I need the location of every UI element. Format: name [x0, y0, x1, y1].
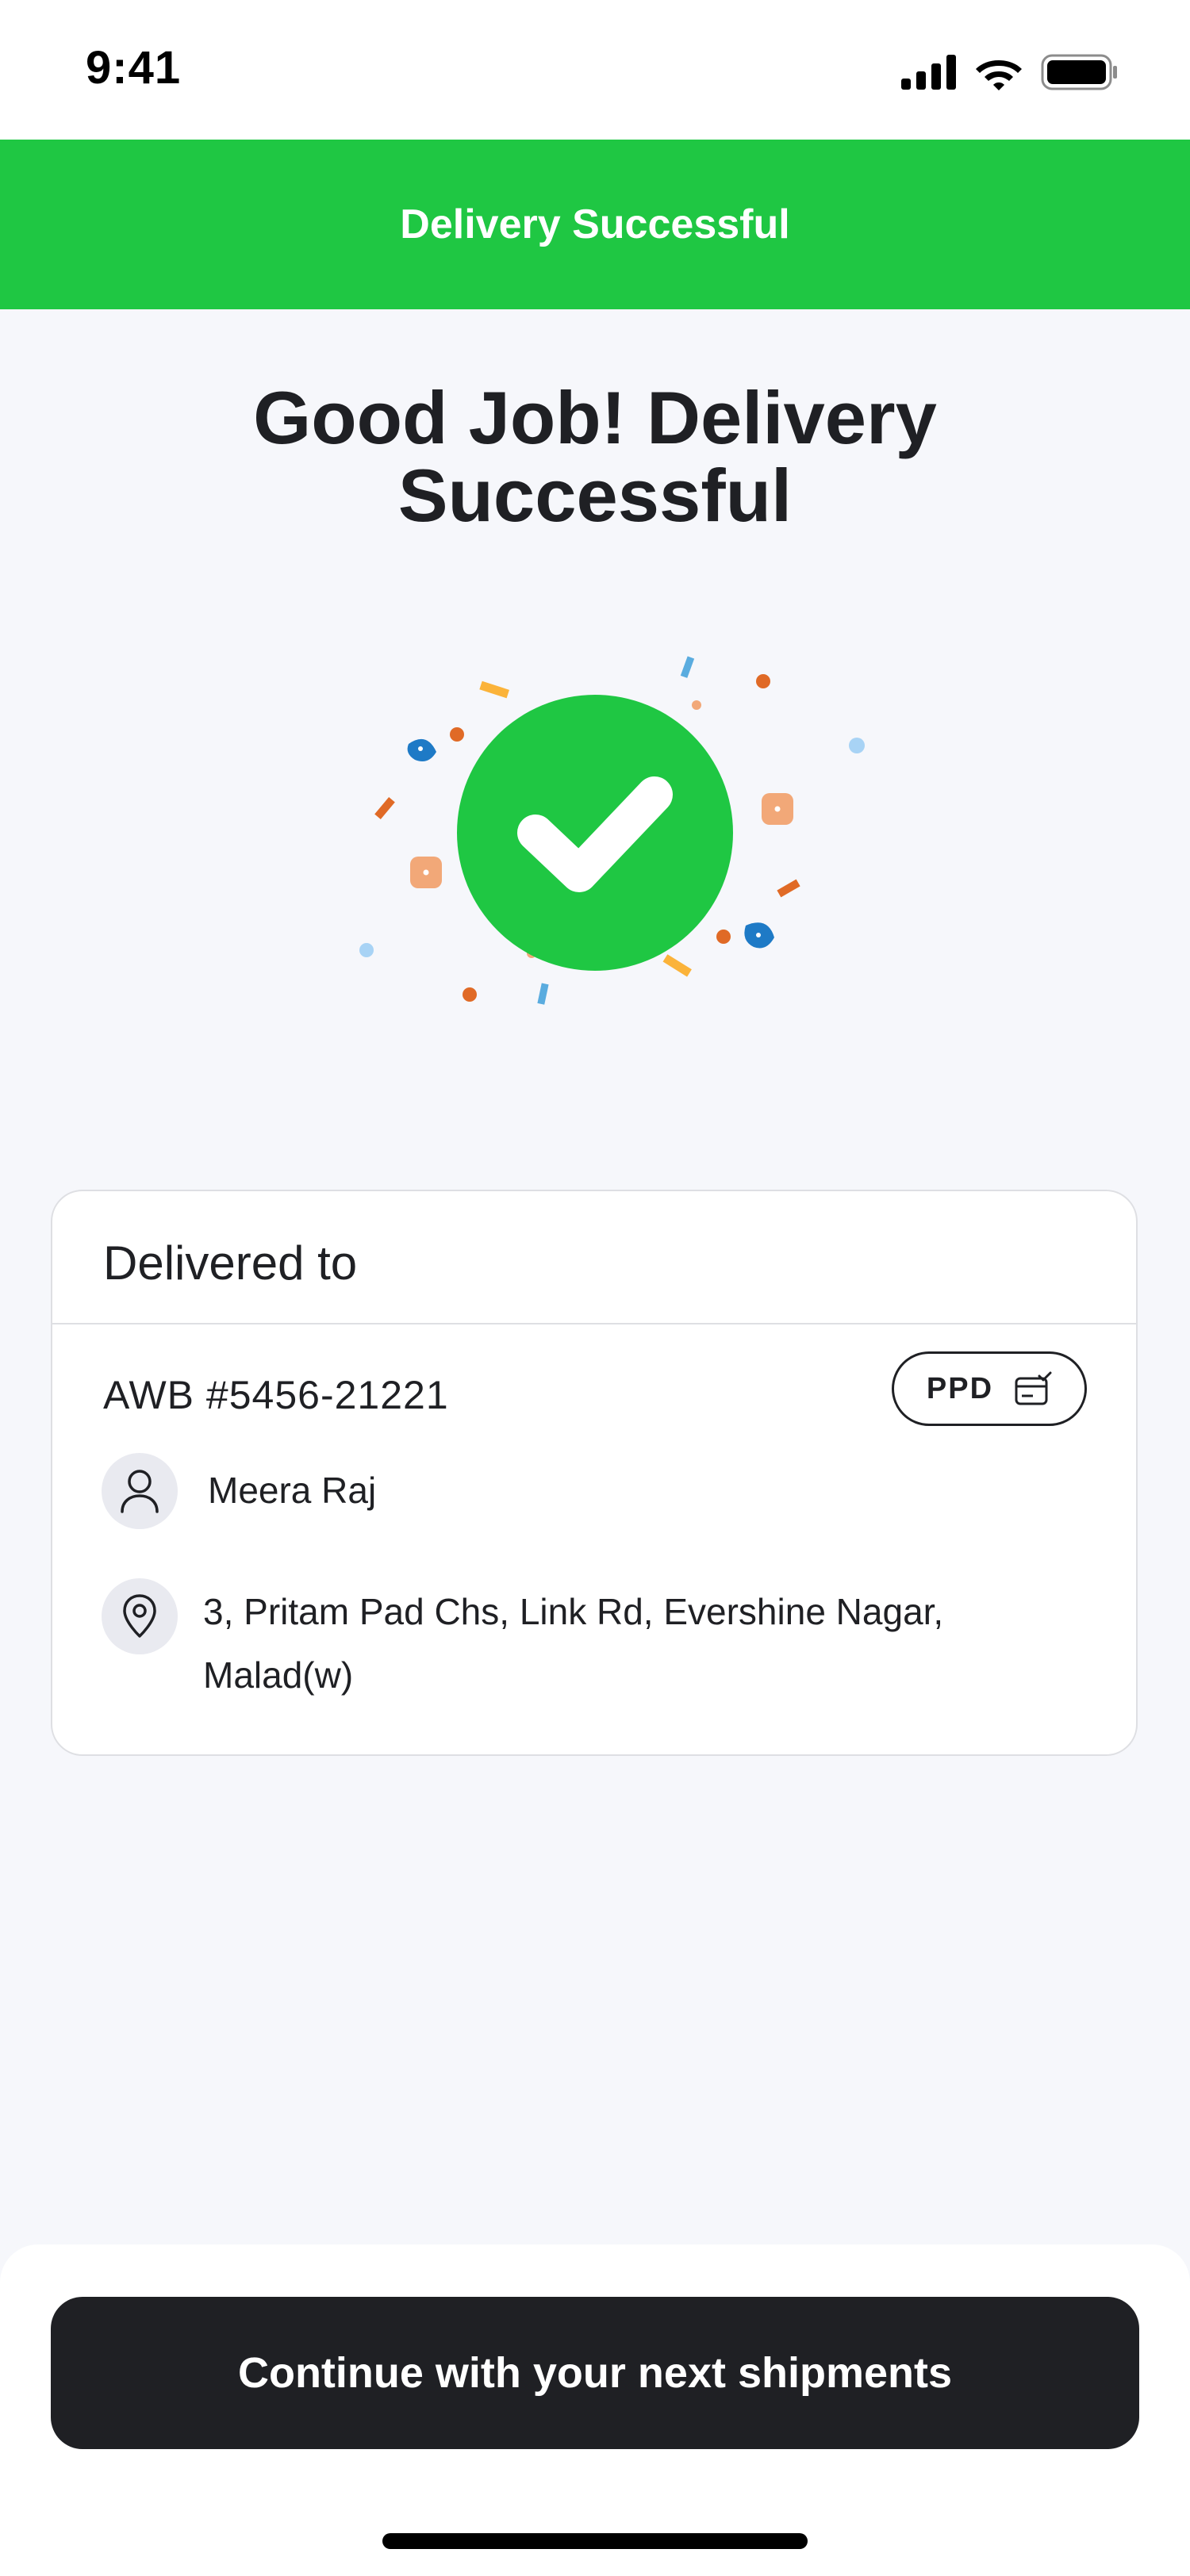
headline-line-2: Successful: [397, 454, 793, 537]
location-pin-icon: [123, 1594, 156, 1638]
headline-line-1: Good Job! Delivery: [253, 376, 937, 459]
status-bar: 9:41: [0, 0, 1190, 140]
location-avatar: [102, 1578, 178, 1654]
continue-button-label: Continue with your next shipments: [237, 2349, 953, 2397]
success-illustration: [359, 656, 865, 1005]
delivery-card: Delivered to AWB #5456-21221 PPD Meera R…: [51, 1190, 1138, 1756]
header-title: Delivery Successful: [400, 201, 790, 247]
status-time: 9:41: [86, 42, 182, 94]
person-icon: [121, 1470, 159, 1513]
battery-icon: [1041, 54, 1117, 90]
payment-type-label: PPD: [926, 1371, 994, 1405]
awb-number: AWB #5456-21221: [103, 1373, 449, 1417]
person-avatar: [102, 1453, 178, 1529]
card-title: Delivered to: [103, 1236, 358, 1290]
success-headline: Good Job! Delivery Successful: [159, 379, 1031, 535]
card-header: Delivered to: [52, 1191, 1136, 1324]
status-icons: [901, 52, 1119, 92]
recipient-name: Meera Raj: [208, 1470, 377, 1511]
continue-next-shipments-button[interactable]: Continue with your next shipments: [51, 2297, 1139, 2449]
payment-type-badge: PPD: [892, 1351, 1087, 1426]
home-indicator[interactable]: [382, 2533, 808, 2549]
cellular-signal-icon: [901, 55, 956, 90]
wifi-icon: [976, 60, 1022, 90]
wallet-icon: [1015, 1371, 1052, 1405]
header-bar: Delivery Successful: [0, 140, 1190, 309]
delivery-address: 3, Pritam Pad Chs, Link Rd, Evershine Na…: [203, 1591, 944, 1696]
